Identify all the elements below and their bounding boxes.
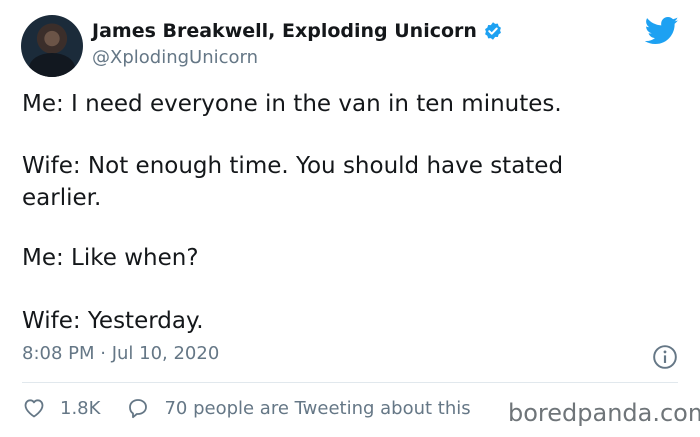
tweet-text-line: earlier. — [22, 185, 102, 211]
tweet-card: James Breakwell, Exploding Unicorn @Xplo… — [0, 0, 700, 437]
tweet-text-line: Wife: Yesterday. — [22, 308, 204, 334]
tweeting-about-link[interactable]: 70 people are Tweeting about this — [126, 396, 471, 420]
tweet-actions: 1.8K 70 people are Tweeting about this — [22, 394, 471, 422]
author-display-name[interactable]: James Breakwell, Exploding Unicorn — [92, 20, 477, 42]
tweet-timestamp[interactable]: 8:08 PM · Jul 10, 2020 — [22, 343, 219, 364]
reply-bubble-icon — [129, 399, 148, 419]
tweet-text-line: Wife: Not enough time. You should have s… — [22, 153, 564, 179]
info-icon[interactable] — [652, 344, 678, 370]
like-button[interactable]: 1.8K — [22, 396, 100, 420]
tweet-text-line: Me: I need everyone in the van in ten mi… — [22, 91, 562, 117]
twitter-bird-icon[interactable] — [645, 16, 679, 46]
heart-icon — [24, 399, 44, 418]
verified-badge-icon — [485, 22, 501, 40]
tweeting-about-label: 70 people are Tweeting about this — [164, 397, 471, 419]
divider — [22, 382, 678, 383]
watermark: boredpanda.com — [508, 399, 700, 427]
avatar[interactable] — [21, 15, 83, 77]
tweet-text-line: Me: Like when? — [22, 245, 199, 271]
like-count: 1.8K — [60, 397, 101, 419]
author-name-row[interactable]: James Breakwell, Exploding Unicorn — [92, 20, 503, 42]
author-handle[interactable]: @XplodingUnicorn — [92, 47, 258, 68]
